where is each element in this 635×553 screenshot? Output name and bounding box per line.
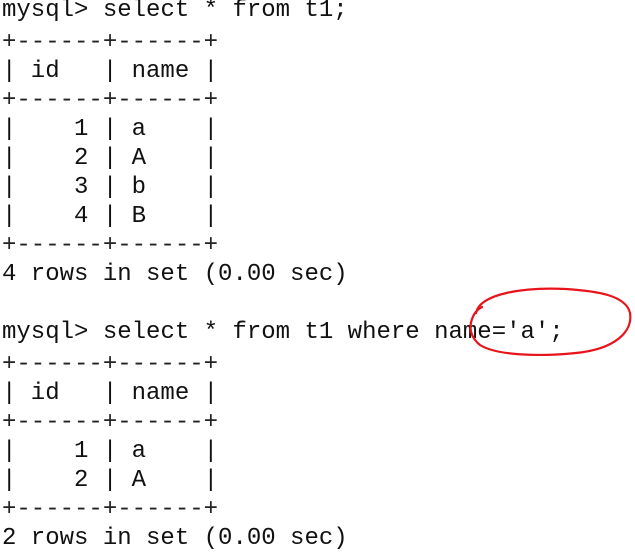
table-border-bottom: +------+------+ [2,232,219,259]
table-row: | 2 | A | [2,145,219,172]
table-header: | id | name | [2,380,219,407]
prompt: mysql> [2,319,89,346]
prompt: mysql> [2,0,89,24]
sql-command: select * from t1 where name='a'; [102,319,564,346]
table-border-top: +------+------+ [2,351,219,378]
query1-line: mysql> select * from t1; [2,0,348,25]
sql-command: select * from t1; [102,0,348,24]
table-border-top: +------+------+ [2,29,219,56]
table-header: | id | name | [2,58,219,85]
table-row: | 1 | a | [2,116,219,143]
table-row: | 2 | A | [2,467,219,494]
terminal-output: mysql> select * from t1; +------+------+… [0,0,635,552]
table-row: | 3 | b | [2,174,219,201]
result-summary: 2 rows in set (0.00 sec) [2,525,348,552]
table-border-bottom: +------+------+ [2,496,219,523]
table-row: | 1 | a | [2,438,219,465]
table-border-mid: +------+------+ [2,409,219,436]
query2-line: mysql> select * from t1 where name='a'; [2,318,564,347]
result-summary: 4 rows in set (0.00 sec) [2,261,348,288]
table-border-mid: +------+------+ [2,87,219,114]
table-row: | 4 | B | [2,203,219,230]
